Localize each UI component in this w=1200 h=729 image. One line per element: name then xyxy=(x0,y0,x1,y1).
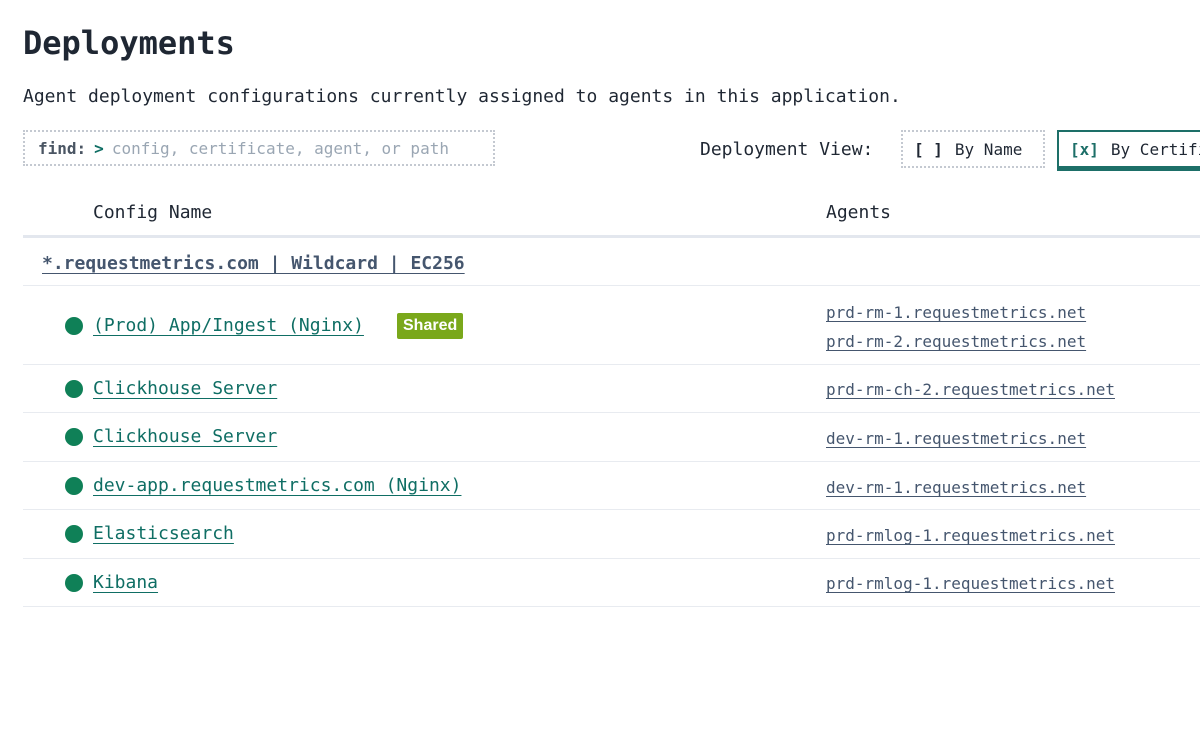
agent-link[interactable]: prd-rmlog-1.requestmetrics.net xyxy=(826,574,1115,593)
unchecked-box-icon: [ ] xyxy=(914,139,943,159)
view-by-certificate-label: By Certificate xyxy=(1110,139,1200,159)
agent-link[interactable]: dev-rm-1.requestmetrics.net xyxy=(826,478,1086,497)
agent-link[interactable]: prd-rm-ch-2.requestmetrics.net xyxy=(826,380,1115,399)
status-online-icon xyxy=(65,477,83,495)
agent-link[interactable]: prd-rm-2.requestmetrics.net xyxy=(826,332,1086,351)
page-title: Deployments xyxy=(23,24,235,62)
status-online-icon xyxy=(65,380,83,398)
config-link[interactable]: Clickhouse Server xyxy=(93,426,277,447)
column-header-agents: Agents xyxy=(826,202,892,223)
table-row: Kibana prd-rmlog-1.requestmetrics.net xyxy=(23,559,1200,607)
deployments-page: Deployments Agent deployment configurati… xyxy=(23,0,1200,729)
table-row: dev-app.requestmetrics.com (Nginx) dev-r… xyxy=(23,462,1200,510)
status-online-icon xyxy=(65,428,83,446)
deployment-view-label: Deployment View: xyxy=(700,139,874,160)
prompt-arrow-icon: > xyxy=(94,138,104,158)
config-link[interactable]: (Prod) App/Ingest (Nginx) xyxy=(93,315,364,336)
column-header-config-name: Config Name xyxy=(93,202,213,223)
table-row: (Prod) App/Ingest (Nginx) Shared prd-rm-… xyxy=(23,287,1200,365)
agent-link[interactable]: prd-rmlog-1.requestmetrics.net xyxy=(826,526,1115,545)
agent-link[interactable]: dev-rm-1.requestmetrics.net xyxy=(826,429,1086,448)
status-online-icon xyxy=(65,525,83,543)
certificate-group-row: *.requestmetrics.com | Wildcard | EC256 xyxy=(23,238,1200,286)
search-input[interactable] xyxy=(111,138,492,158)
table-row: Clickhouse Server dev-rm-1.requestmetric… xyxy=(23,413,1200,462)
config-link[interactable]: Elasticsearch xyxy=(93,523,234,544)
checked-box-icon: [x] xyxy=(1070,139,1099,159)
table-row: Clickhouse Server prd-rm-ch-2.requestmet… xyxy=(23,365,1200,413)
search-box[interactable]: find: > xyxy=(23,130,495,166)
config-link[interactable]: Clickhouse Server xyxy=(93,378,277,399)
table-row: Elasticsearch prd-rmlog-1.requestmetrics… xyxy=(23,510,1200,559)
view-by-name-label: By Name xyxy=(954,139,1023,159)
search-label: find: xyxy=(38,138,87,158)
config-link[interactable]: Kibana xyxy=(93,572,158,593)
view-by-name-button[interactable]: [ ] By Name xyxy=(901,130,1045,168)
config-link[interactable]: dev-app.requestmetrics.com (Nginx) xyxy=(93,475,461,496)
status-online-icon xyxy=(65,574,83,592)
page-subtitle: Agent deployment configurations currentl… xyxy=(23,86,901,107)
view-by-certificate-button[interactable]: [x] By Certificate xyxy=(1057,130,1200,168)
status-online-icon xyxy=(65,317,83,335)
certificate-group-link[interactable]: *.requestmetrics.com | Wildcard | EC256 xyxy=(42,253,465,274)
agent-link[interactable]: prd-rm-1.requestmetrics.net xyxy=(826,303,1086,322)
shared-badge: Shared xyxy=(397,313,464,339)
